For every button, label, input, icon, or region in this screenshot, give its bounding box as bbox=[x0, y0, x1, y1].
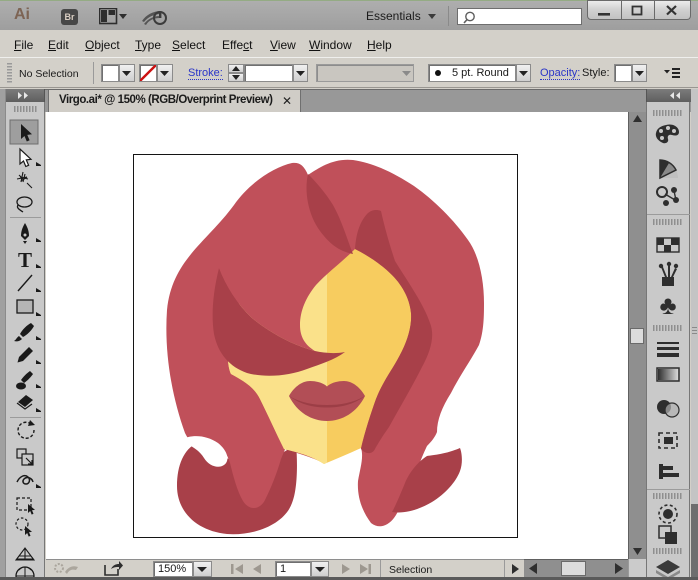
svg-text:♣: ♣ bbox=[659, 290, 676, 320]
svg-text:T: T bbox=[18, 248, 32, 272]
